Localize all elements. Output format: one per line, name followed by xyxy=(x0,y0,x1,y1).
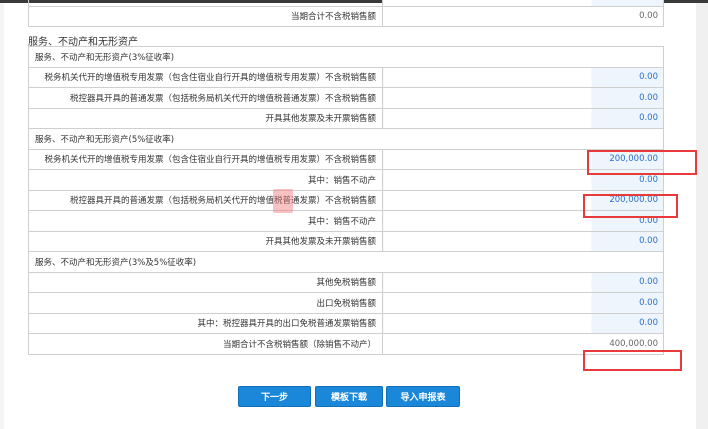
total-value: 0.00 xyxy=(382,5,664,27)
template-download-button[interactable]: 模板下载 xyxy=(315,386,383,407)
cursor-marker xyxy=(273,189,293,213)
amount-input[interactable]: 0.00 xyxy=(382,66,664,88)
table-row: 当期合计不含税销售额（除销售不动产） 400,000.00 xyxy=(28,333,664,355)
row-label: 税务机关代开的增值税专用发票（包含住宿业自行开具的增值税专用发票）不含税销售额 xyxy=(28,148,383,170)
section-header-row: 服务、不动产和无形资产(3%及5%征收率) xyxy=(28,251,664,273)
services-sales-table: 服务、不动产和无形资产(3%征收率) 税务机关代开的增值税专用发票（包含住宿业自行… xyxy=(28,46,664,355)
row-label: 出口免税销售额 xyxy=(28,292,383,314)
row-label: 税控器具开具的普通发票（包括税务局机关代开的增值税普通发票）不含税销售额 xyxy=(28,189,383,211)
row-label: 其中：税控器具开具的出口免税普通发票销售额 xyxy=(28,312,383,334)
amount-input[interactable]: 0.00 xyxy=(382,271,664,293)
table-row: 税控器具开具的普通发票（包括税务局机关代开的增值税普通发票）不含税销售额 0.00 xyxy=(28,87,664,109)
goods-summary-table: 当期合计不含税销售额 0.00 xyxy=(28,0,664,27)
table-row: 其中：税控器具开具的出口免税普通发票销售额 0.00 xyxy=(28,312,664,334)
amount-value: 0.00 xyxy=(639,297,658,308)
amount-input[interactable]: 0.00 xyxy=(382,312,664,334)
amount-value: 0.00 xyxy=(639,277,658,288)
import-declaration-button[interactable]: 导入申报表 xyxy=(386,386,460,407)
row-group-header: 服务、不动产和无形资产(3%征收率) xyxy=(28,46,664,68)
amount-input[interactable]: 0.00 xyxy=(382,230,664,252)
section-header-row: 服务、不动产和无形资产(5%征收率) xyxy=(28,128,664,150)
amount-value: 0.00 xyxy=(639,72,658,83)
row-label: 其中：销售不动产 xyxy=(28,169,383,191)
table-row: 税务机关代开的增值税专用发票（包含住宿业自行开具的增值税专用发票）不含税销售额 0… xyxy=(28,66,664,88)
row-label: 当期合计不含税销售额 xyxy=(28,5,383,27)
row-label: 税务机关代开的增值税专用发票（包含住宿业自行开具的增值税专用发票）不含税销售额 xyxy=(28,66,383,88)
row-group-header: 服务、不动产和无形资产(3%及5%征收率) xyxy=(28,251,664,273)
row-label: 其他免税销售额 xyxy=(28,271,383,293)
row-group-header: 服务、不动产和无形资产(5%征收率) xyxy=(28,128,664,150)
amount-value: 0.00 xyxy=(639,11,658,22)
table-row: 当期合计不含税销售额 0.00 xyxy=(28,5,664,27)
amount-input[interactable]: 0.00 xyxy=(382,107,664,129)
table-row: 其他免税销售额 0.00 xyxy=(28,271,664,293)
amount-value: 0.00 xyxy=(639,318,658,329)
table-row: 开具其他发票及未开票销售额 0.00 xyxy=(28,107,664,129)
amount-input[interactable]: 0.00 xyxy=(382,292,664,314)
next-step-button[interactable]: 下一步 xyxy=(238,386,311,407)
row-label: 当期合计不含税销售额（除销售不动产） xyxy=(28,333,383,355)
highlight-box xyxy=(587,150,697,175)
table-row: 其中：销售不动产 0.00 xyxy=(28,169,664,191)
highlight-box xyxy=(583,194,678,218)
amount-value: 400,000.00 xyxy=(609,338,658,349)
section-header-row: 服务、不动产和无形资产(3%征收率) xyxy=(28,46,664,68)
row-label: 开具其他发票及未开票销售额 xyxy=(28,107,383,129)
amount-value: 0.00 xyxy=(639,92,658,103)
row-label: 开具其他发票及未开票销售额 xyxy=(28,230,383,252)
table-row: 开具其他发票及未开票销售额 0.00 xyxy=(28,230,664,252)
table-row: 税控器具开具的普通发票（包括税务局机关代开的增值税普通发票）不含税销售额 200,… xyxy=(28,189,664,211)
row-label: 其中：销售不动产 xyxy=(28,210,383,232)
table-row: 其中：销售不动产 0.00 xyxy=(28,210,664,232)
row-label: 税控器具开具的普通发票（包括税务局机关代开的增值税普通发票）不含税销售额 xyxy=(28,87,383,109)
highlight-box xyxy=(583,350,682,371)
left-margin xyxy=(0,3,4,429)
amount-value: 0.00 xyxy=(639,174,658,185)
table-row: 出口免税销售额 0.00 xyxy=(28,292,664,314)
amount-value: 0.00 xyxy=(639,236,658,247)
amount-input[interactable]: 0.00 xyxy=(382,87,664,109)
scrollbar[interactable] xyxy=(696,3,708,429)
table-row: 税务机关代开的增值税专用发票（包含住宿业自行开具的增值税专用发票）不含税销售额 2… xyxy=(28,148,664,170)
amount-value: 0.00 xyxy=(639,113,658,124)
